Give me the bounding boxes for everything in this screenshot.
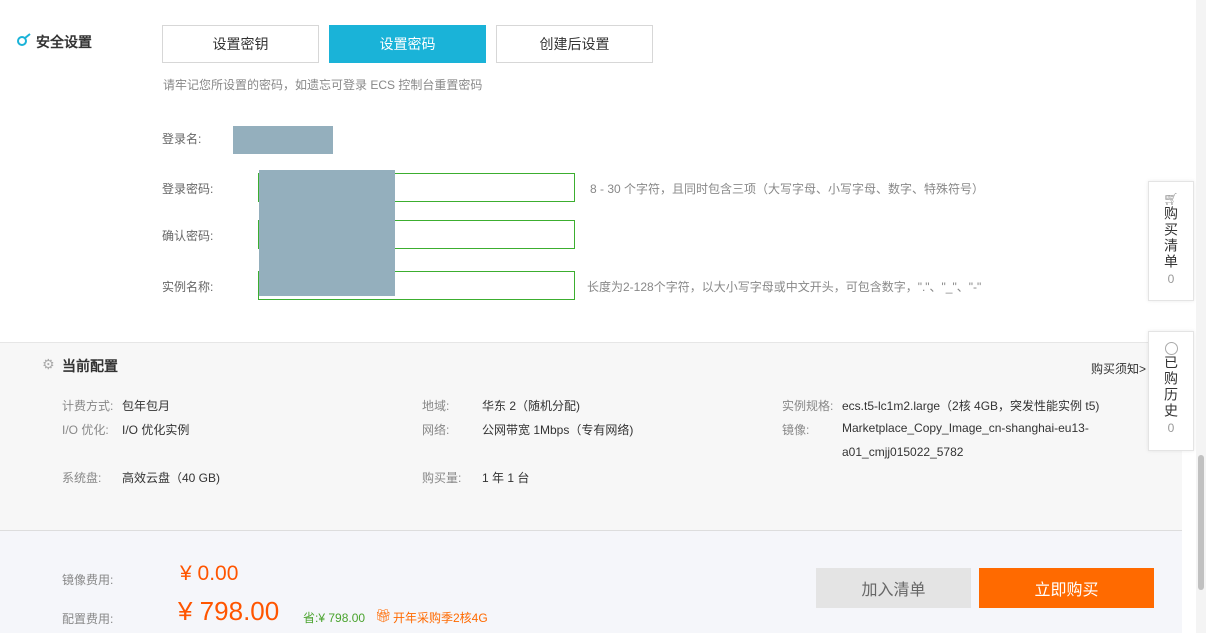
password-reminder: 请牢记您所设置的密码，如遗忘可登录 ECS 控制台重置密码	[163, 78, 483, 92]
current-config-section: ⚙ 当前配置 购买须知> 计费方式: 包年包月 I/O 优化: I/O 优化实例…	[0, 342, 1182, 531]
login-name-label: 登录名:	[162, 132, 202, 146]
scrollbar-thumb[interactable]	[1198, 455, 1204, 590]
tab-set-later[interactable]: 创建后设置	[496, 25, 653, 63]
network-key: 网络:	[422, 423, 450, 437]
disk-key: 系统盘:	[62, 471, 102, 485]
disk-value: 高效云盘（40 GB)	[122, 471, 221, 485]
network-value: 公网带宽 1Mbps（专有网络)	[482, 423, 634, 437]
key-icon	[16, 33, 32, 52]
add-to-cart-button[interactable]: 加入清单	[816, 568, 971, 608]
instance-name-hint: 长度为2-128个字符，以大小写字母或中文开头，可包含数字，"."、"_"、"-…	[587, 280, 982, 294]
region-value: 华东 2（随机分配)	[482, 399, 581, 413]
pricing-bar: 镜像费用: ¥ 0.00 配置费用: ¥ 798.00 省:¥ 798.00 🎁…	[0, 531, 1182, 633]
cart-label: 购买清单	[1163, 206, 1179, 270]
gear-icon: ⚙	[42, 356, 55, 372]
image-fee-label: 镜像费用:	[62, 573, 114, 587]
history-count: 0	[1167, 421, 1175, 435]
savings: 省:¥ 798.00	[303, 611, 366, 625]
history-sidebar-button[interactable]: 已购历史 0	[1148, 331, 1194, 451]
tab-set-key[interactable]: 设置密钥	[162, 25, 319, 63]
instance-name-label: 实例名称:	[162, 280, 214, 294]
login-name-value	[233, 126, 333, 154]
gift-icon: 🎁︎	[375, 608, 392, 623]
security-title: 安全设置	[36, 34, 92, 50]
image-value: Marketplace_Copy_Image_cn-shanghai-eu13-	[842, 421, 1089, 435]
redacted-region	[259, 170, 395, 296]
config-title: 当前配置	[62, 358, 118, 374]
config-fee: ¥ 798.00	[178, 596, 280, 626]
region-key: 地域:	[422, 399, 450, 413]
image-value-cont: a01_cmjj015022_5782	[842, 445, 964, 459]
spec-key: 实例规格:	[782, 399, 834, 413]
cart-icon: 🛒︎	[1163, 192, 1179, 206]
promo-link[interactable]: 开年采购季2核4G	[393, 609, 488, 626]
quantity-value: 1 年 1 台	[482, 471, 530, 485]
quantity-key: 购买量:	[422, 471, 462, 485]
tab-set-password[interactable]: 设置密码	[329, 25, 486, 63]
history-label: 已购历史	[1163, 355, 1179, 419]
cart-count: 0	[1167, 272, 1175, 286]
image-key: 镜像:	[782, 423, 810, 437]
spec-value: ecs.t5-lc1m2.large（2核 4GB，突发性能实例 t5)	[842, 399, 1100, 413]
confirm-password-label: 确认密码:	[162, 229, 214, 243]
io-value: I/O 优化实例	[122, 423, 190, 437]
billing-value: 包年包月	[122, 399, 171, 413]
purchase-notice-link[interactable]: 购买须知>	[1091, 360, 1146, 377]
billing-key: 计费方式:	[62, 399, 114, 413]
scrollbar[interactable]	[1196, 0, 1206, 633]
config-fee-label: 配置费用:	[62, 612, 114, 626]
buy-now-button[interactable]: 立即购买	[979, 568, 1154, 608]
cart-sidebar-button[interactable]: 🛒︎ 购买清单 0	[1148, 181, 1194, 301]
clock-icon	[1164, 342, 1178, 355]
io-key: I/O 优化:	[62, 423, 109, 437]
image-fee: ¥ 0.00	[180, 562, 239, 585]
password-hint: 8 - 30 个字符，且同时包含三项（大写字母、小写字母、数字、特殊符号）	[590, 182, 985, 196]
password-label: 登录密码:	[162, 182, 214, 196]
